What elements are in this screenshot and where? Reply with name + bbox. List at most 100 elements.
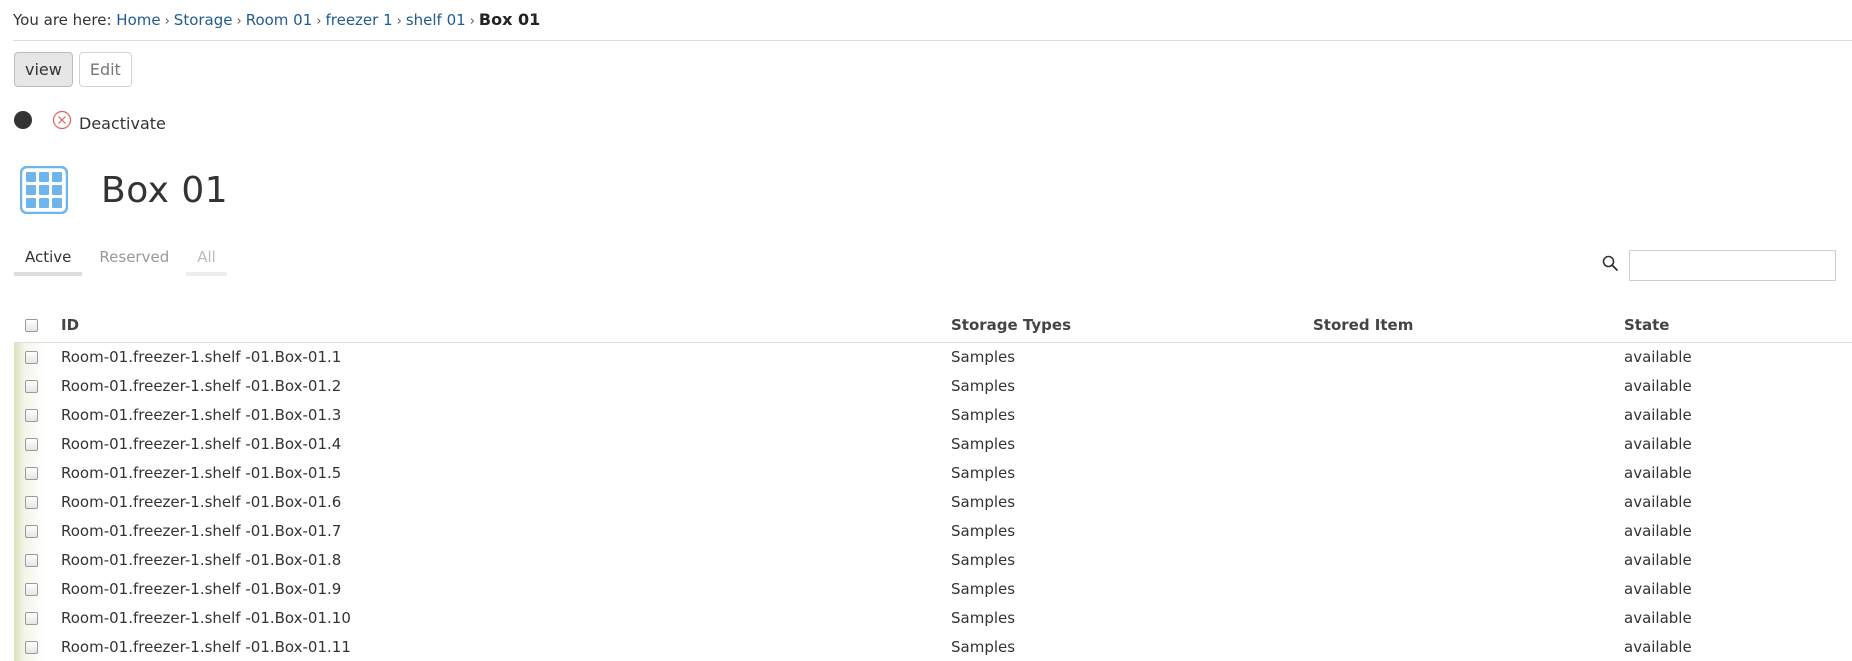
- select-all-checkbox[interactable]: [25, 319, 38, 333]
- table-row[interactable]: Room-01.freezer-1.shelf -01.Box-01.2 Samp…: [14, 371, 1852, 400]
- table-row[interactable]: Room-01.freezer-1.shelf -01.Box-01.11 Sam…: [14, 632, 1852, 661]
- cell-state: available: [1624, 637, 1692, 656]
- row-checkbox[interactable]: [25, 553, 38, 567]
- table-row[interactable]: Room-01.freezer-1.shelf -01.Box-01.1 Samp…: [14, 342, 1852, 371]
- row-checkbox[interactable]: [25, 611, 38, 625]
- cell-id[interactable]: Room-01.freezer-1.shelf -01.Box-01.9: [61, 574, 951, 603]
- cell-id[interactable]: Room-01.freezer-1.shelf -01.Box-01.10: [61, 603, 951, 632]
- row-select-cell: [14, 632, 61, 661]
- cell-state: available: [1624, 463, 1692, 482]
- row-select-cell: [14, 400, 61, 429]
- cell-storage-type: Samples: [951, 521, 1016, 540]
- cell-storage-type: Samples: [951, 347, 1016, 366]
- breadcrumb-current: Box 01: [478, 10, 541, 29]
- select-all-cell: [14, 309, 61, 343]
- row-checkbox[interactable]: [25, 437, 38, 451]
- breadcrumb-separator: ›: [316, 14, 322, 29]
- row-select-cell: [14, 429, 61, 458]
- tab-view[interactable]: view: [14, 52, 73, 87]
- row-checkbox[interactable]: [25, 350, 38, 364]
- search-icon: [1602, 255, 1618, 271]
- cell-id[interactable]: Room-01.freezer-1.shelf -01.Box-01.11: [61, 632, 951, 661]
- row-checkbox[interactable]: [25, 495, 38, 509]
- status-row: Deactivate: [14, 108, 166, 133]
- filter-tabs: Active Reserved All: [14, 246, 233, 276]
- cell-state: available: [1624, 405, 1692, 424]
- breadcrumb-divider: [13, 40, 1852, 41]
- table-row[interactable]: Room-01.freezer-1.shelf -01.Box-01.6 Samp…: [14, 487, 1852, 516]
- cell-storage-type: Samples: [951, 376, 1016, 395]
- table-row[interactable]: Room-01.freezer-1.shelf -01.Box-01.4 Samp…: [14, 429, 1852, 458]
- row-select-cell: [14, 545, 61, 574]
- table-row[interactable]: Room-01.freezer-1.shelf -01.Box-01.8 Samp…: [14, 545, 1852, 574]
- storage-table: ID Storage Types Stored Item State Room-…: [14, 309, 1852, 661]
- row-checkbox[interactable]: [25, 524, 38, 538]
- breadcrumb: You are here: Home › Storage › Room 01 › freez…: [13, 8, 540, 32]
- cell-id[interactable]: Room-01.freezer-1.shelf -01.Box-01.5: [61, 458, 951, 487]
- close-circle-icon: [52, 110, 72, 129]
- tab-all[interactable]: All: [186, 246, 227, 276]
- cell-storage-type: Samples: [951, 405, 1016, 424]
- search-input[interactable]: [1629, 250, 1836, 281]
- grid-icon: [20, 166, 68, 214]
- row-checkbox[interactable]: [25, 466, 38, 480]
- cell-id[interactable]: Room-01.freezer-1.shelf -01.Box-01.2: [61, 371, 951, 400]
- cell-id[interactable]: Room-01.freezer-1.shelf -01.Box-01.7: [61, 516, 951, 545]
- cell-stored-item: [1313, 574, 1624, 603]
- table-row[interactable]: Room-01.freezer-1.shelf -01.Box-01.3 Samp…: [14, 400, 1852, 429]
- cell-state: available: [1624, 579, 1692, 598]
- table-header-row: ID Storage Types Stored Item State: [14, 309, 1852, 343]
- cell-state: available: [1624, 550, 1692, 569]
- cell-state: available: [1624, 492, 1692, 511]
- breadcrumb-link-home[interactable]: Home: [116, 11, 160, 29]
- row-select-cell: [14, 603, 61, 632]
- column-header-state[interactable]: State: [1624, 309, 1852, 343]
- breadcrumb-separator: ›: [236, 14, 242, 29]
- cell-storage-type: Samples: [951, 550, 1016, 569]
- column-header-stored-item[interactable]: Stored Item: [1313, 309, 1624, 343]
- breadcrumb-link-room[interactable]: Room 01: [246, 11, 313, 29]
- cell-storage-type: Samples: [951, 434, 1016, 453]
- table-row[interactable]: Room-01.freezer-1.shelf -01.Box-01.9 Samp…: [14, 574, 1852, 603]
- cell-state: available: [1624, 608, 1692, 627]
- cell-id[interactable]: Room-01.freezer-1.shelf -01.Box-01.8: [61, 545, 951, 574]
- table-row[interactable]: Room-01.freezer-1.shelf -01.Box-01.5 Samp…: [14, 458, 1852, 487]
- deactivate-label: Deactivate: [79, 114, 166, 133]
- table-row[interactable]: Room-01.freezer-1.shelf -01.Box-01.7 Samp…: [14, 516, 1852, 545]
- row-checkbox[interactable]: [25, 379, 38, 393]
- tab-edit[interactable]: Edit: [78, 52, 132, 87]
- table-row[interactable]: Room-01.freezer-1.shelf -01.Box-01.10 Sam…: [14, 603, 1852, 632]
- breadcrumb-link-storage[interactable]: Storage: [174, 11, 233, 29]
- tab-active[interactable]: Active: [14, 246, 83, 276]
- view-tabs: view Edit: [14, 52, 138, 87]
- cell-storage-type: Samples: [951, 637, 1016, 656]
- cell-id[interactable]: Room-01.freezer-1.shelf -01.Box-01.1: [61, 342, 951, 371]
- tab-reserved[interactable]: Reserved: [88, 246, 180, 276]
- breadcrumb-link-freezer[interactable]: freezer 1: [325, 11, 392, 29]
- page-title: Box 01: [101, 169, 229, 211]
- cell-state: available: [1624, 434, 1692, 453]
- cell-storage-type: Samples: [951, 608, 1016, 627]
- row-checkbox[interactable]: [25, 640, 38, 654]
- row-checkbox[interactable]: [25, 408, 38, 422]
- cell-stored-item: [1313, 516, 1624, 545]
- cell-id[interactable]: Room-01.freezer-1.shelf -01.Box-01.6: [61, 487, 951, 516]
- column-header-id[interactable]: ID: [61, 309, 951, 343]
- row-checkbox[interactable]: [25, 582, 38, 596]
- cell-storage-type: Samples: [951, 492, 1016, 511]
- cell-stored-item: [1313, 603, 1624, 632]
- cell-stored-item: [1313, 342, 1624, 371]
- cell-stored-item: [1313, 371, 1624, 400]
- breadcrumb-separator: ›: [164, 14, 170, 29]
- cell-stored-item: [1313, 400, 1624, 429]
- breadcrumb-link-shelf[interactable]: shelf 01: [406, 11, 466, 29]
- cell-id[interactable]: Room-01.freezer-1.shelf -01.Box-01.3: [61, 400, 951, 429]
- column-header-storage-types[interactable]: Storage Types: [951, 309, 1313, 343]
- cell-storage-type: Samples: [951, 579, 1016, 598]
- cell-state: available: [1624, 347, 1692, 366]
- breadcrumb-separator: ›: [469, 14, 475, 29]
- row-select-cell: [14, 458, 61, 487]
- deactivate-button[interactable]: Deactivate: [52, 108, 166, 133]
- cell-id[interactable]: Room-01.freezer-1.shelf -01.Box-01.4: [61, 429, 951, 458]
- cell-state: available: [1624, 376, 1692, 395]
